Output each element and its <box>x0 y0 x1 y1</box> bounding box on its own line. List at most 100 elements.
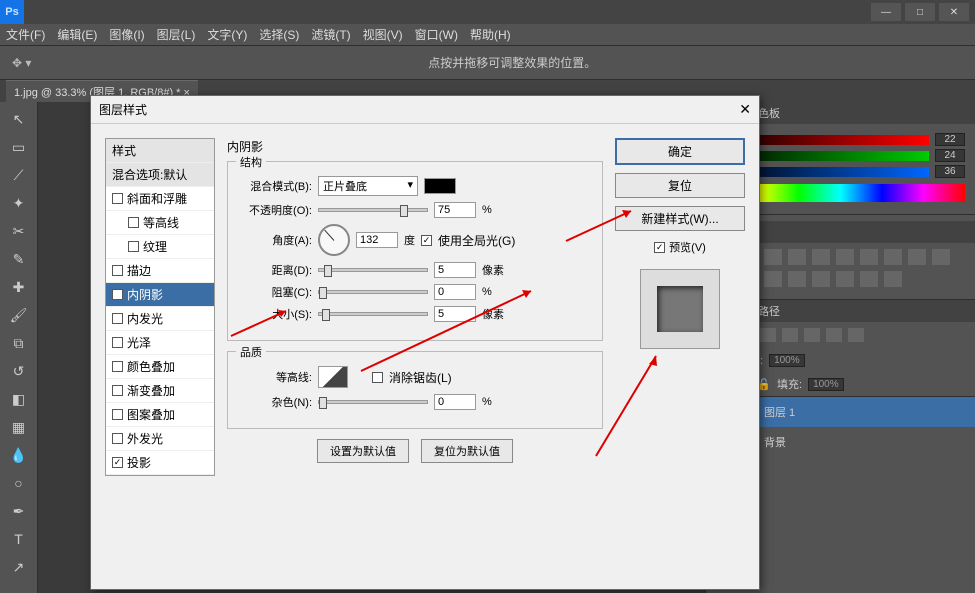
gradient-tool[interactable]: ▦ <box>8 416 30 438</box>
stamp-tool[interactable]: ⧉ <box>8 332 30 354</box>
channel-icon[interactable] <box>760 328 776 342</box>
menu-select[interactable]: 选择(S) <box>259 26 299 43</box>
cancel-button[interactable]: 复位 <box>615 173 745 198</box>
angle-input[interactable] <box>356 232 398 248</box>
style-preset[interactable] <box>764 249 782 265</box>
close-button[interactable]: ✕ <box>939 3 969 21</box>
style-preset[interactable] <box>764 271 782 287</box>
menu-help[interactable]: 帮助(H) <box>470 26 511 43</box>
menu-view[interactable]: 视图(V) <box>363 26 403 43</box>
channel-icon[interactable] <box>826 328 842 342</box>
checkbox[interactable] <box>112 433 123 444</box>
style-inner-glow[interactable]: 内发光 <box>106 307 214 331</box>
opacity-input[interactable] <box>434 202 476 218</box>
distance-slider[interactable] <box>318 268 428 272</box>
checkbox[interactable] <box>112 193 123 204</box>
color-swatch[interactable] <box>424 178 456 194</box>
style-stroke[interactable]: 描边 <box>106 259 214 283</box>
angle-dial[interactable] <box>318 224 350 256</box>
blur-tool[interactable]: 💧 <box>8 444 30 466</box>
checkbox[interactable] <box>128 217 139 228</box>
style-preset[interactable] <box>788 271 806 287</box>
checkbox[interactable] <box>112 313 123 324</box>
brush-tool[interactable]: 🖌 <box>8 304 30 326</box>
marquee-tool[interactable]: ▭ <box>8 136 30 158</box>
reset-default-button[interactable]: 复位为默认值 <box>421 439 513 463</box>
type-tool[interactable]: T <box>8 528 30 550</box>
style-preset[interactable] <box>884 249 902 265</box>
new-style-button[interactable]: 新建样式(W)... <box>615 206 745 231</box>
channel-icon[interactable] <box>848 328 864 342</box>
style-preset[interactable] <box>932 249 950 265</box>
red-value[interactable]: 22 <box>935 133 965 146</box>
style-preset[interactable] <box>836 249 854 265</box>
style-header[interactable]: 样式 <box>106 139 214 163</box>
opacity-slider[interactable] <box>318 208 428 212</box>
choke-slider[interactable] <box>318 290 428 294</box>
menu-window[interactable]: 窗口(W) <box>415 26 458 43</box>
distance-input[interactable] <box>434 262 476 278</box>
menu-image[interactable]: 图像(I) <box>109 26 144 43</box>
checkbox[interactable]: ✓ <box>112 457 123 468</box>
style-inner-shadow[interactable]: ✓内阴影 <box>106 283 214 307</box>
checkbox[interactable] <box>128 241 139 252</box>
checkbox[interactable] <box>112 361 123 372</box>
checkbox[interactable]: ✓ <box>112 289 123 300</box>
global-light-checkbox[interactable]: ✓ <box>421 235 432 246</box>
checkbox[interactable] <box>112 337 123 348</box>
style-texture[interactable]: 纹理 <box>106 235 214 259</box>
tab-paths[interactable]: 路径 <box>758 303 780 319</box>
dialog-close-icon[interactable]: ✕ <box>739 101 751 118</box>
style-bevel[interactable]: 斜面和浮雕 <box>106 187 214 211</box>
lasso-tool[interactable]: ⟋ <box>8 164 30 186</box>
style-drop-shadow[interactable]: ✓投影 <box>106 451 214 475</box>
antialias-checkbox[interactable] <box>372 372 383 383</box>
menu-edit[interactable]: 编辑(E) <box>57 26 97 43</box>
size-input[interactable] <box>434 306 476 322</box>
choke-input[interactable] <box>434 284 476 300</box>
style-preset[interactable] <box>788 249 806 265</box>
channel-icon[interactable] <box>782 328 798 342</box>
style-preset[interactable] <box>884 271 902 287</box>
blend-mode-select[interactable]: 正片叠底▾ <box>318 176 418 196</box>
blue-value[interactable]: 36 <box>935 165 965 178</box>
style-gradient-overlay[interactable]: 渐变叠加 <box>106 379 214 403</box>
opacity-value[interactable]: 100% <box>769 354 805 367</box>
healing-tool[interactable]: ✚ <box>8 276 30 298</box>
menu-type[interactable]: 文字(Y) <box>207 26 247 43</box>
eraser-tool[interactable]: ◧ <box>8 388 30 410</box>
menu-layer[interactable]: 图层(L) <box>157 26 196 43</box>
checkbox[interactable] <box>112 385 123 396</box>
checkbox[interactable] <box>112 265 123 276</box>
size-slider[interactable] <box>318 312 428 316</box>
maximize-button[interactable]: □ <box>905 3 935 21</box>
menu-file[interactable]: 文件(F) <box>6 26 45 43</box>
style-preset[interactable] <box>836 271 854 287</box>
tab-swatches[interactable]: 色板 <box>758 105 780 121</box>
style-preset[interactable] <box>908 249 926 265</box>
contour-picker[interactable] <box>318 366 348 388</box>
noise-input[interactable] <box>434 394 476 410</box>
minimize-button[interactable]: — <box>871 3 901 21</box>
checkbox[interactable] <box>112 409 123 420</box>
green-value[interactable]: 24 <box>935 149 965 162</box>
noise-slider[interactable] <box>318 400 428 404</box>
preview-checkbox[interactable]: ✓ <box>654 242 665 253</box>
fill-value[interactable]: 100% <box>808 378 844 391</box>
style-preset[interactable] <box>812 271 830 287</box>
style-outer-glow[interactable]: 外发光 <box>106 427 214 451</box>
style-preset[interactable] <box>860 271 878 287</box>
dodge-tool[interactable]: ○ <box>8 472 30 494</box>
style-satin[interactable]: 光泽 <box>106 331 214 355</box>
style-color-overlay[interactable]: 颜色叠加 <box>106 355 214 379</box>
wand-tool[interactable]: ✦ <box>8 192 30 214</box>
pen-tool[interactable]: ✒ <box>8 500 30 522</box>
style-blend-options[interactable]: 混合选项:默认 <box>106 163 214 187</box>
crop-tool[interactable]: ✂ <box>8 220 30 242</box>
history-tool[interactable]: ↺ <box>8 360 30 382</box>
channel-icon[interactable] <box>804 328 820 342</box>
eyedropper-tool[interactable]: ✎ <box>8 248 30 270</box>
style-contour[interactable]: 等高线 <box>106 211 214 235</box>
style-preset[interactable] <box>860 249 878 265</box>
style-pattern-overlay[interactable]: 图案叠加 <box>106 403 214 427</box>
